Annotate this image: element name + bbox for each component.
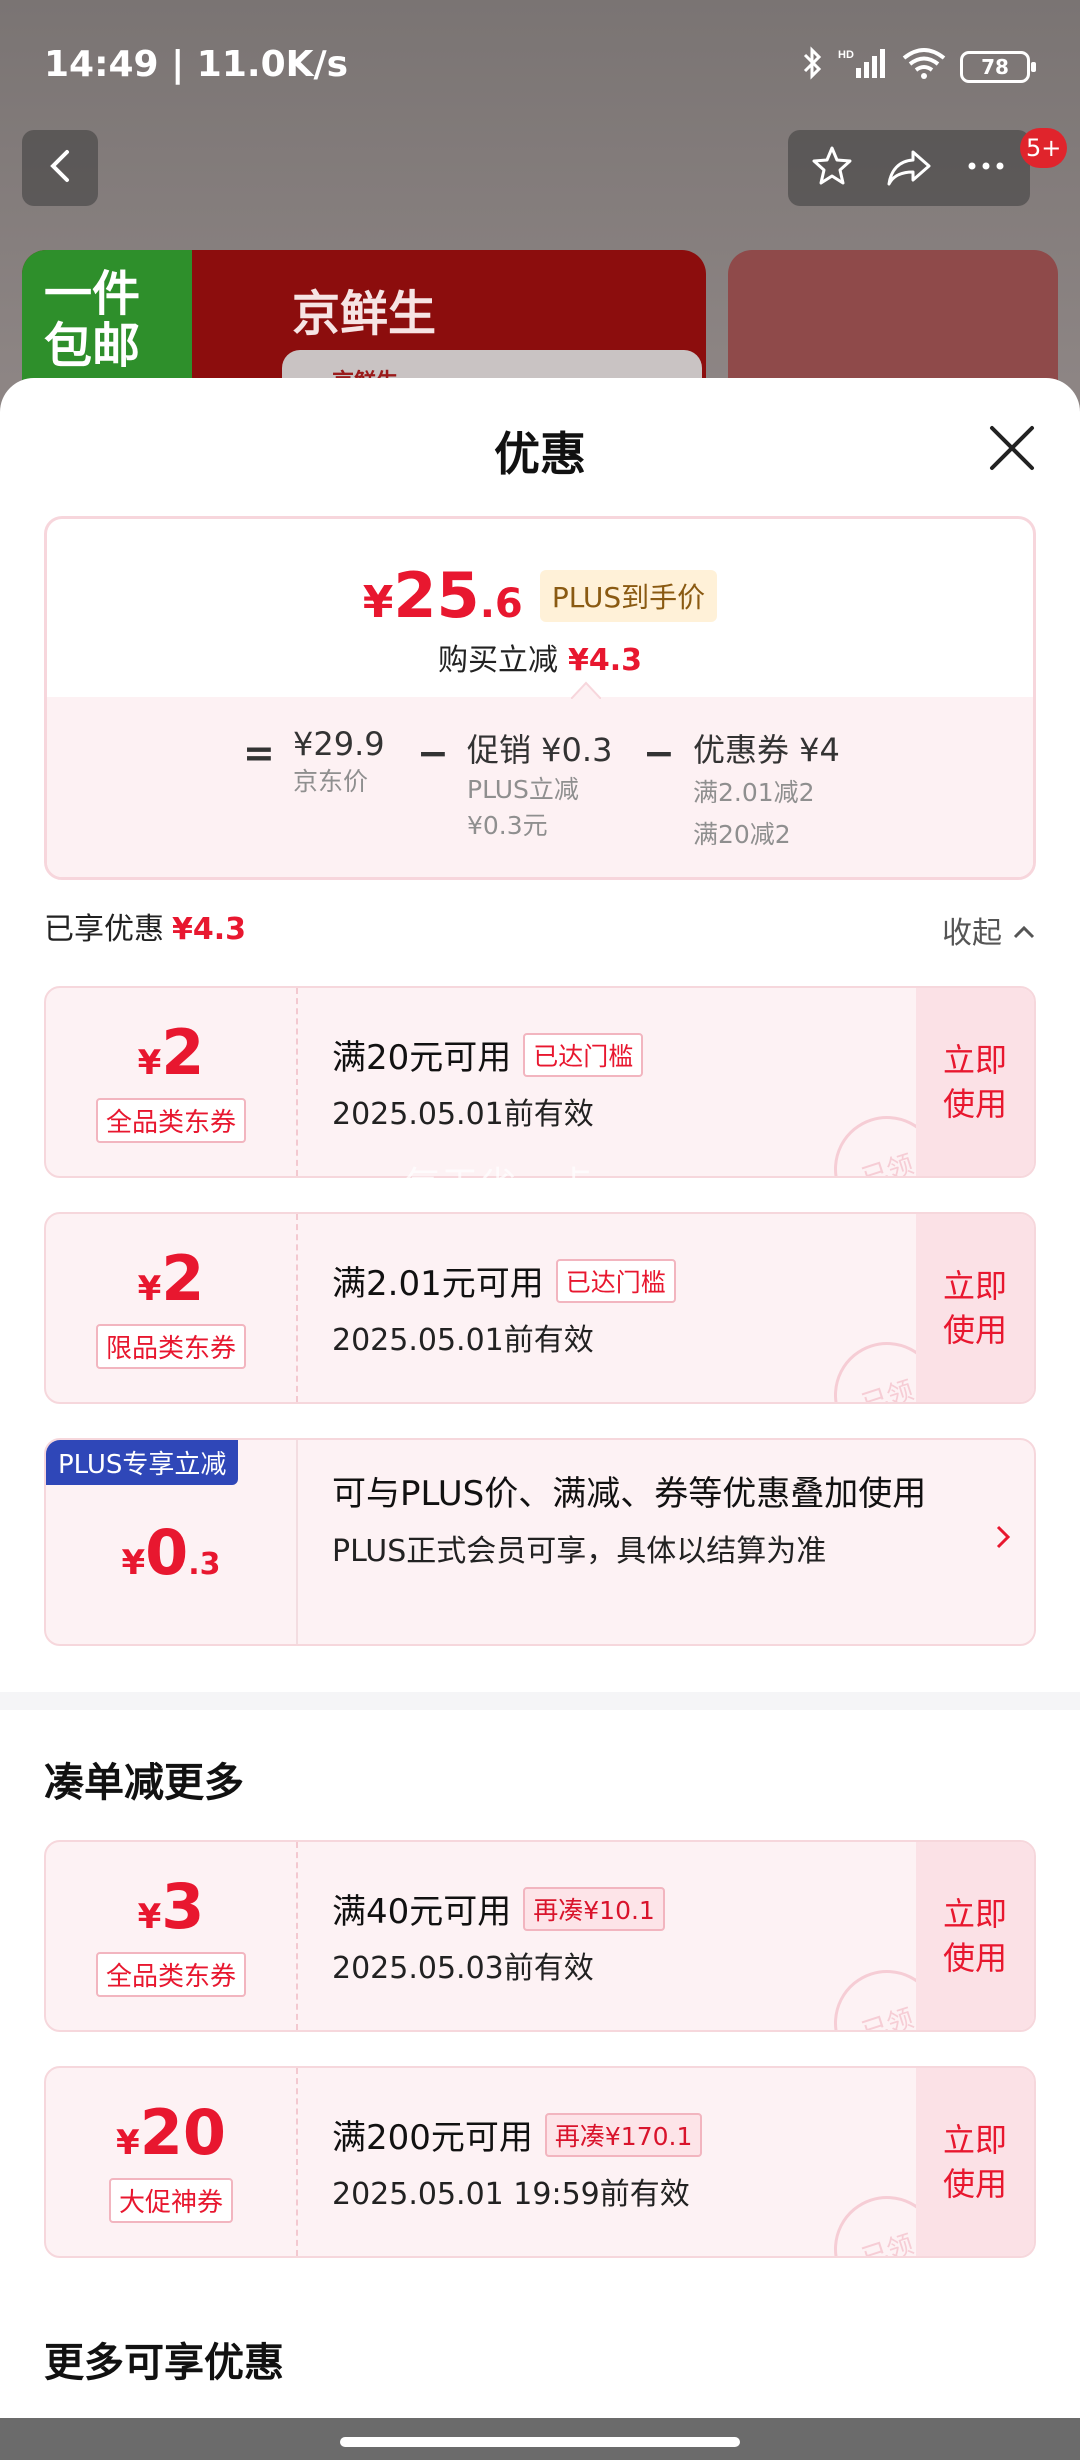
- coupon-amount: ¥3: [137, 1869, 205, 1943]
- coupon-info: 满40元可用 再凑¥10.1 2025.05.03前有效: [332, 1884, 665, 1987]
- minus-sign-1: −: [417, 731, 449, 775]
- minus-sign-2: −: [643, 731, 675, 775]
- coupon-type-tag: 限品类东券: [95, 1323, 246, 1369]
- signal-icon: HD: [838, 46, 888, 87]
- coupon-amount: ¥2: [137, 1015, 205, 1089]
- promo-line-1: PLUS立减: [467, 775, 579, 804]
- price-summary-card: ¥25.6 PLUS到手价 购买立减 ¥4.3 = ¥29.9 京东价 − 促销 …: [44, 516, 1036, 880]
- more-icon[interactable]: [964, 144, 1008, 192]
- coupon-value-area: ¥2 限品类东券: [46, 1214, 298, 1402]
- base-price-label: 京东价: [293, 767, 369, 796]
- back-button[interactable]: [22, 130, 98, 206]
- plus-description: PLUS正式会员可享，具体以结算为准: [332, 1534, 827, 1569]
- status-icons: HD 78: [802, 46, 1036, 87]
- wifi-icon: [902, 46, 946, 87]
- sheet-title: 优惠: [494, 427, 586, 481]
- watermark-text: 每天省一点: [404, 1165, 595, 1206]
- section-title-extra-discounts: 更多可享优惠: [44, 2340, 284, 2386]
- promo-line-2: ¥0.3元: [467, 811, 548, 840]
- svg-text:HD: HD: [838, 49, 854, 61]
- chevron-right-icon: [994, 1520, 1012, 1561]
- coupon-type-tag: 全品类东券: [95, 1097, 246, 1143]
- coupon-line-2: 满20减2: [693, 820, 791, 849]
- nav-action-group: [788, 130, 1030, 206]
- final-price: ¥25.6: [362, 559, 523, 632]
- coupon-validity: 2025.05.01 19:59前有效: [332, 2177, 690, 2212]
- discount-sheet: 优惠 ¥25.6 PLUS到手价 购买立减 ¥4.3 = ¥29.9 京东价 − …: [0, 378, 1080, 2418]
- plus-title: 可与PLUS价、满减、券等优惠叠加使用: [332, 1474, 927, 1514]
- equals-sign: =: [243, 731, 275, 775]
- section-divider: [0, 1692, 1080, 1710]
- message-count-badge: 5+: [1020, 128, 1068, 168]
- top-up-badge: 再凑¥10.1: [523, 1886, 665, 1931]
- coupon-amount: ¥20: [116, 2095, 226, 2169]
- coupon-value-area: ¥2 全品类东券: [46, 988, 298, 1176]
- back-arrow-icon: [45, 146, 75, 190]
- coupon-type-tag: 大促神券: [108, 2177, 233, 2223]
- base-price: ¥29.9 京东价: [293, 725, 385, 801]
- instant-discount-value: ¥4.3: [567, 643, 643, 678]
- share-icon[interactable]: [885, 144, 933, 192]
- coupon-condition: 满200元可用: [332, 2118, 533, 2158]
- final-price-row: ¥25.6 PLUS到手价: [47, 559, 1033, 632]
- coupon-amount: ¥2: [137, 1241, 205, 1315]
- pointer-caret: [571, 681, 601, 699]
- section-title-more-discounts: 凑单减更多: [44, 1760, 244, 1806]
- coupon-value-area: ¥3 全品类东券: [46, 1842, 298, 2030]
- star-icon[interactable]: [810, 144, 854, 192]
- instant-discount-row: 购买立减 ¥4.3: [47, 635, 1033, 679]
- bluetooth-icon: [802, 46, 824, 87]
- plus-price-label: PLUS到手价: [539, 569, 718, 622]
- plus-discount-card[interactable]: ¥0.3 PLUS专享立减 可与PLUS价、满减、券等优惠叠加使用 PLUS正式…: [44, 1438, 1036, 1646]
- coupon-card: ¥20 大促神券 满200元可用 再凑¥170.1 2025.05.01 19:5…: [44, 2066, 1036, 2258]
- enjoyed-discount-row: 已享优惠 ¥4.3: [44, 904, 246, 948]
- coupon-card: ¥3 全品类东券 满40元可用 再凑¥10.1 2025.05.03前有效 已领 …: [44, 1840, 1036, 2032]
- coupon-line-1: 满2.01减2: [693, 778, 815, 807]
- coupon-card: ¥2 限品类东券 满2.01元可用 已达门槛 2025.05.01前有效 已领 立…: [44, 1212, 1036, 1404]
- status-bar: 14:49 | 11.0K/s HD 78: [0, 0, 1080, 130]
- coupon-info: 满2.01元可用 已达门槛 2025.05.01前有效: [332, 1256, 676, 1359]
- coupon-type-tag: 全品类东券: [95, 1951, 246, 1997]
- use-now-button[interactable]: 立即使用: [916, 1842, 1034, 2030]
- coupon-info: 满20元可用 已达门槛 2025.05.01前有效: [332, 1030, 644, 1133]
- status-time: 14:49 | 11.0K/s: [44, 44, 349, 85]
- brand-label: 京鲜生: [292, 286, 437, 342]
- promo-discount: 促销 ¥0.3 PLUS立减 ¥0.3元: [467, 725, 612, 843]
- threshold-badge: 已达门槛: [555, 1258, 676, 1303]
- coupon-value-area: ¥20 大促神券: [46, 2068, 298, 2256]
- instant-discount-label: 购买立减: [437, 643, 558, 678]
- threshold-badge: 已达门槛: [523, 1032, 644, 1077]
- home-indicator[interactable]: [340, 2437, 740, 2447]
- close-button[interactable]: [984, 420, 1040, 476]
- coupon-validity: 2025.05.01前有效: [332, 1097, 594, 1132]
- use-now-button[interactable]: 立即使用: [916, 988, 1034, 1176]
- plus-info: 可与PLUS价、满减、券等优惠叠加使用 PLUS正式会员可享，具体以结算为准: [332, 1470, 972, 1570]
- collapse-label: 收起: [942, 916, 1002, 951]
- use-now-button[interactable]: 立即使用: [916, 2068, 1034, 2256]
- use-now-button[interactable]: 立即使用: [916, 1214, 1034, 1402]
- coupon-info: 满200元可用 再凑¥170.1 2025.05.01 19:59前有效: [332, 2110, 703, 2213]
- close-icon: [984, 426, 1040, 480]
- collapse-button[interactable]: 收起: [942, 908, 1036, 952]
- coupon-condition: 满40元可用: [332, 1892, 512, 1932]
- top-up-badge: 再凑¥170.1: [544, 2112, 703, 2157]
- coupon-condition: 满20元可用: [332, 1038, 512, 1078]
- coupon-validity: 2025.05.01前有效: [332, 1323, 594, 1358]
- plus-amount: ¥0.3: [121, 1515, 221, 1589]
- chevron-up-icon: [1012, 913, 1036, 948]
- coupon-validity: 2025.05.03前有效: [332, 1951, 594, 1986]
- coupon-card: ¥2 全品类东券 满20元可用 已达门槛 2025.05.01前有效 已领 立即使…: [44, 986, 1036, 1178]
- enjoyed-discount-value: ¥4.3: [172, 912, 247, 947]
- coupon-discount: 优惠券 ¥4 满2.01减2 满20减2: [693, 725, 840, 855]
- plus-exclusive-tag: PLUS专享立减: [46, 1440, 239, 1485]
- enjoyed-discount-label: 已享优惠: [44, 912, 164, 947]
- coupon-condition: 满2.01元可用: [332, 1264, 544, 1304]
- battery-icon: 78: [960, 50, 1036, 83]
